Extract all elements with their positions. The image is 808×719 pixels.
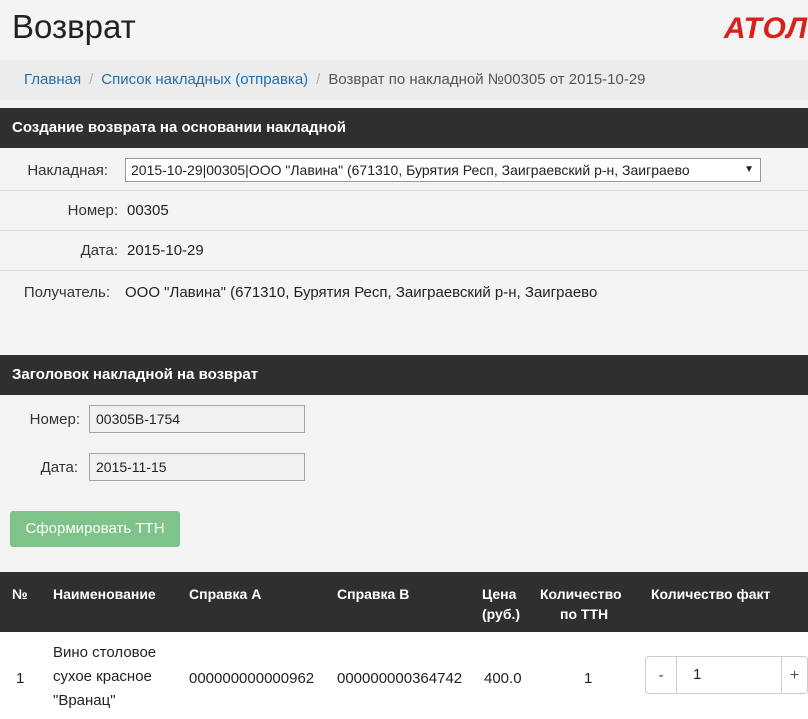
table-header: № Наименование Справка А Справка В Цена … [0,572,808,632]
source-number-value: 00305 [127,202,169,219]
recipient-value: ООО "Лавина" (671310, Бурятия Респ, Заиг… [125,284,598,301]
col-num: № [12,586,28,602]
row-ref-b: 000000000364742 [337,670,463,687]
breadcrumb-separator: / [316,71,321,88]
source-number-label: Номер: [67,202,118,219]
return-number-input[interactable]: 00305В-1754 [89,405,305,433]
source-panel-heading: Создание возврата на основании накладной [0,108,808,148]
increment-button[interactable]: + [781,656,808,694]
quantity-input[interactable]: 1 [676,656,782,694]
row-num: 1 [16,670,25,687]
col-ref-b: Справка В [337,586,410,602]
invoice-select-value: 2015-10-29|00305|ООО "Лавина" (671310, Б… [131,162,690,178]
breadcrumb-home-link[interactable]: Главная [24,71,81,88]
invoice-label: Накладная: [27,162,108,179]
page-header: Возврат АТОЛ [0,0,808,58]
row-qty: 1 [584,670,593,687]
row-price: 400.0 [484,670,522,687]
col-qty: Количество [540,586,622,602]
row-name-line: сухое красное [53,668,152,685]
col-qty-fact: Количество факт [651,586,771,602]
return-panel-heading: Заголовок накладной на возврат [0,355,808,395]
col-name: Наименование [53,586,156,602]
col-price: Цена [482,586,517,602]
source-date-row: Дата: 2015-10-29 [0,230,808,270]
source-number-row: Номер: 00305 [0,190,808,230]
atol-logo: АТОЛ [723,12,808,45]
recipient-row: Получатель: ООО "Лавина" (671310, Буряти… [0,270,808,310]
row-name-line: Вино столовое [53,644,157,661]
return-date-input[interactable]: 2015-11-15 [89,453,305,481]
col-ref-a: Справка А [189,586,262,602]
row-ref-a: 000000000000962 [189,670,315,687]
return-number-label: Номер: [29,411,80,428]
dropdown-arrow-icon: ▼ [744,164,754,175]
breadcrumb: Главная / Список накладных (отправка) / Возв… [0,60,808,100]
breadcrumb-current: Возврат по накладной №00305 от 2015-10-2… [328,71,646,88]
invoice-select[interactable]: 2015-10-29|00305|ООО "Лавина" (671310, Б… [125,158,761,182]
quantity-stepper: - 1 + [645,656,808,696]
return-date-label: Дата: [40,459,78,476]
col-qty-sub: по ТТН [560,606,609,622]
form-ttn-button[interactable]: Сформировать ТТН [10,511,180,547]
row-name-line: "Вранац" [53,692,116,709]
source-date-value: 2015-10-29 [127,242,204,259]
breadcrumb-separator: / [89,71,94,88]
source-date-label: Дата: [80,242,118,259]
col-price-unit: (руб.) [482,606,521,622]
recipient-label: Получатель: [23,284,110,301]
breadcrumb-list-link[interactable]: Список накладных (отправка) [101,71,308,88]
page-title: Возврат [12,8,136,45]
decrement-button[interactable]: - [645,656,677,694]
